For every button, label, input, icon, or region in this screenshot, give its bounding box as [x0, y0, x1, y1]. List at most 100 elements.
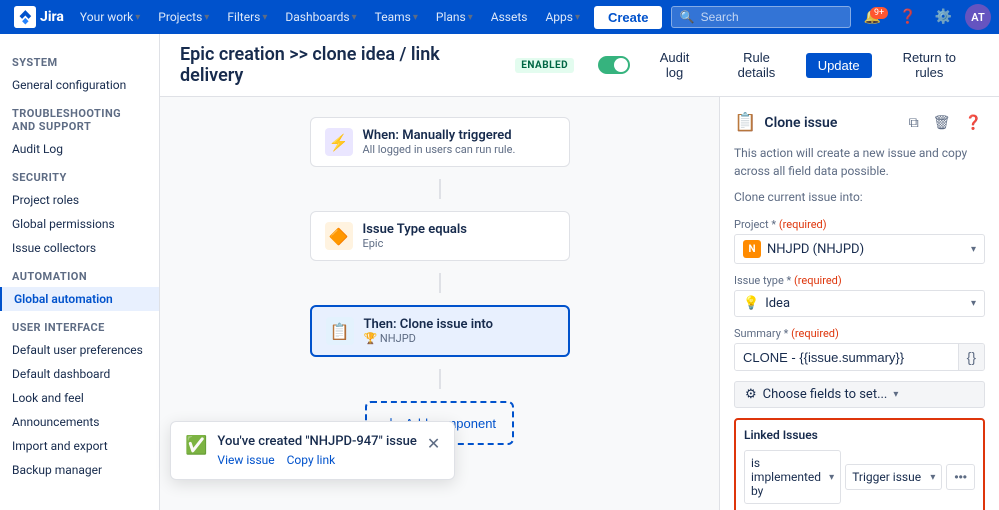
search-input[interactable]	[701, 10, 841, 24]
toggle-knob	[614, 58, 628, 72]
action-title: Then: Clone issue into	[364, 317, 493, 332]
dashboards-chevron: ▾	[352, 12, 357, 23]
sidebar-item-backup-manager[interactable]: Backup manager	[0, 458, 159, 482]
summary-label: Summary * (required)	[734, 327, 985, 340]
choose-fields-button[interactable]: ⚙ Choose fields to set... ▾	[734, 381, 985, 408]
trigger-issue-select[interactable]: Trigger issue ▾	[845, 464, 942, 490]
panel-description: This action will create a new issue and …	[734, 144, 985, 180]
condition-text: Issue Type equals Epic	[363, 222, 467, 250]
clone-icon: 📋	[734, 112, 756, 133]
summary-field: Summary * (required) {}	[734, 327, 985, 371]
toast-close-button[interactable]: ✕	[427, 434, 440, 454]
link-type-value: is implemented by	[751, 456, 829, 498]
toast-message: You've created "NHJPD-947" issue	[217, 434, 416, 449]
return-to-rules-button[interactable]: Return to rules	[880, 46, 979, 84]
trigger-subtitle: All logged in users can run rule.	[363, 143, 516, 156]
header-actions: Audit log Rule details Update Return to …	[642, 46, 979, 84]
sidebar-item-audit-log[interactable]: Audit Log	[0, 137, 159, 161]
toast-success-icon: ✅	[185, 435, 207, 456]
user-interface-section-title: User Interface	[0, 311, 159, 338]
sidebar-item-default-dashboard[interactable]: Default dashboard	[0, 362, 159, 386]
help-panel-button[interactable]: ❓	[962, 111, 985, 134]
your-work-chevron: ▾	[135, 12, 140, 23]
notifications-icon[interactable]: 🔔 9+	[859, 9, 886, 25]
delete-panel-button[interactable]: 🗑	[930, 111, 954, 134]
condition-title: Issue Type equals	[363, 222, 467, 237]
top-navigation: Jira Your work ▾ Projects ▾ Filters ▾ Da…	[0, 0, 999, 34]
sidebar-item-project-roles[interactable]: Project roles	[0, 188, 159, 212]
apps-menu[interactable]: Apps ▾	[537, 0, 588, 34]
issue-type-value: 💡 Idea	[743, 296, 790, 311]
sidebar-item-default-user-prefs[interactable]: Default user preferences	[0, 338, 159, 362]
flow-node-action[interactable]: 📋 Then: Clone issue into 🏆 NHJPD	[310, 305, 570, 357]
plans-menu[interactable]: Plans ▾	[428, 0, 481, 34]
project-label: Project * (required)	[734, 218, 985, 231]
copy-panel-button[interactable]: ⧉	[906, 111, 922, 134]
sidebar-item-import-export[interactable]: Import and export	[0, 434, 159, 458]
summary-smart-value-button[interactable]: {}	[958, 344, 984, 370]
plans-chevron: ▾	[468, 12, 473, 23]
trigger-issue-value: Trigger issue	[852, 470, 921, 484]
issue-type-field: Issue type * (required) 💡 Idea ▾	[734, 274, 985, 317]
sidebar-item-issue-collectors[interactable]: Issue collectors	[0, 236, 159, 260]
linked-options-button[interactable]: •••	[946, 464, 975, 490]
assets-menu[interactable]: Assets	[483, 0, 536, 34]
flow-node-trigger[interactable]: ⚡ When: Manually triggered All logged in…	[310, 117, 570, 167]
connector-1	[439, 179, 441, 199]
clone-into-label: Clone current issue into:	[734, 190, 985, 204]
flow-node-condition[interactable]: 🔶 Issue Type equals Epic	[310, 211, 570, 261]
help-icon[interactable]: ❓	[894, 9, 921, 25]
filters-chevron: ▾	[262, 12, 267, 23]
choose-fields-label: Choose fields to set...	[763, 387, 888, 402]
sidebar-item-general-config[interactable]: General configuration	[0, 73, 159, 97]
enabled-badge: ENABLED	[515, 58, 574, 73]
link-type-chevron: ▾	[829, 472, 834, 483]
linked-issues-title: Linked Issues	[744, 428, 975, 442]
issue-type-label: Issue type * (required)	[734, 274, 985, 287]
search-icon: 🔍	[680, 10, 695, 24]
linked-issues-row: is implemented by ▾ Trigger issue ▾ •••	[744, 450, 975, 504]
rule-details-button[interactable]: Rule details	[715, 46, 797, 84]
project-icon: N	[743, 240, 761, 258]
copy-link-action[interactable]: Copy link	[287, 453, 336, 467]
link-type-select[interactable]: is implemented by ▾	[744, 450, 841, 504]
apps-chevron: ▾	[575, 12, 580, 23]
action-subtitle: 🏆 NHJPD	[364, 332, 493, 345]
sidebar-item-announcements[interactable]: Announcements	[0, 410, 159, 434]
logo-text: Jira	[40, 9, 64, 25]
connector-2	[439, 273, 441, 293]
filters-menu[interactable]: Filters ▾	[219, 0, 275, 34]
projects-chevron: ▾	[204, 12, 209, 23]
troubleshooting-section-title: Troubleshooting and Support	[0, 97, 159, 137]
panel-title: Clone issue	[764, 115, 897, 131]
settings-icon[interactable]: ⚙️	[930, 9, 957, 25]
action-icon: 📋	[326, 317, 354, 345]
condition-subtitle: Epic	[363, 237, 467, 250]
sidebar-item-global-permissions[interactable]: Global permissions	[0, 212, 159, 236]
issue-type-chevron: ▾	[971, 298, 976, 309]
idea-icon: 💡	[743, 296, 759, 311]
avatar[interactable]: AT	[965, 4, 991, 30]
connector-3	[439, 369, 441, 389]
automation-section-title: Automation	[0, 260, 159, 287]
sidebar-item-global-automation[interactable]: Global automation	[0, 287, 159, 311]
sidebar-item-look-and-feel[interactable]: Look and feel	[0, 386, 159, 410]
search-box[interactable]: 🔍	[671, 6, 851, 28]
update-button[interactable]: Update	[806, 53, 872, 78]
toggle-switch[interactable]	[598, 56, 630, 74]
audit-log-button[interactable]: Audit log	[642, 46, 707, 84]
view-issue-link[interactable]: View issue	[217, 453, 274, 467]
project-select[interactable]: N NHJPD (NHJPD) ▾	[734, 234, 985, 264]
toast-notification: ✅ You've created "NHJPD-947" issue View …	[170, 421, 455, 480]
your-work-menu[interactable]: Your work ▾	[72, 0, 148, 34]
projects-menu[interactable]: Projects ▾	[150, 0, 217, 34]
summary-input[interactable]	[735, 345, 958, 370]
teams-menu[interactable]: Teams ▾	[367, 0, 426, 34]
issue-type-select[interactable]: 💡 Idea ▾	[734, 290, 985, 317]
dashboards-menu[interactable]: Dashboards ▾	[277, 0, 364, 34]
app-logo[interactable]: Jira	[8, 6, 70, 28]
create-button[interactable]: Create	[594, 6, 662, 29]
page-header: Epic creation >> clone idea / link deliv…	[160, 34, 999, 97]
trigger-text: When: Manually triggered All logged in u…	[363, 128, 516, 156]
teams-chevron: ▾	[413, 12, 418, 23]
